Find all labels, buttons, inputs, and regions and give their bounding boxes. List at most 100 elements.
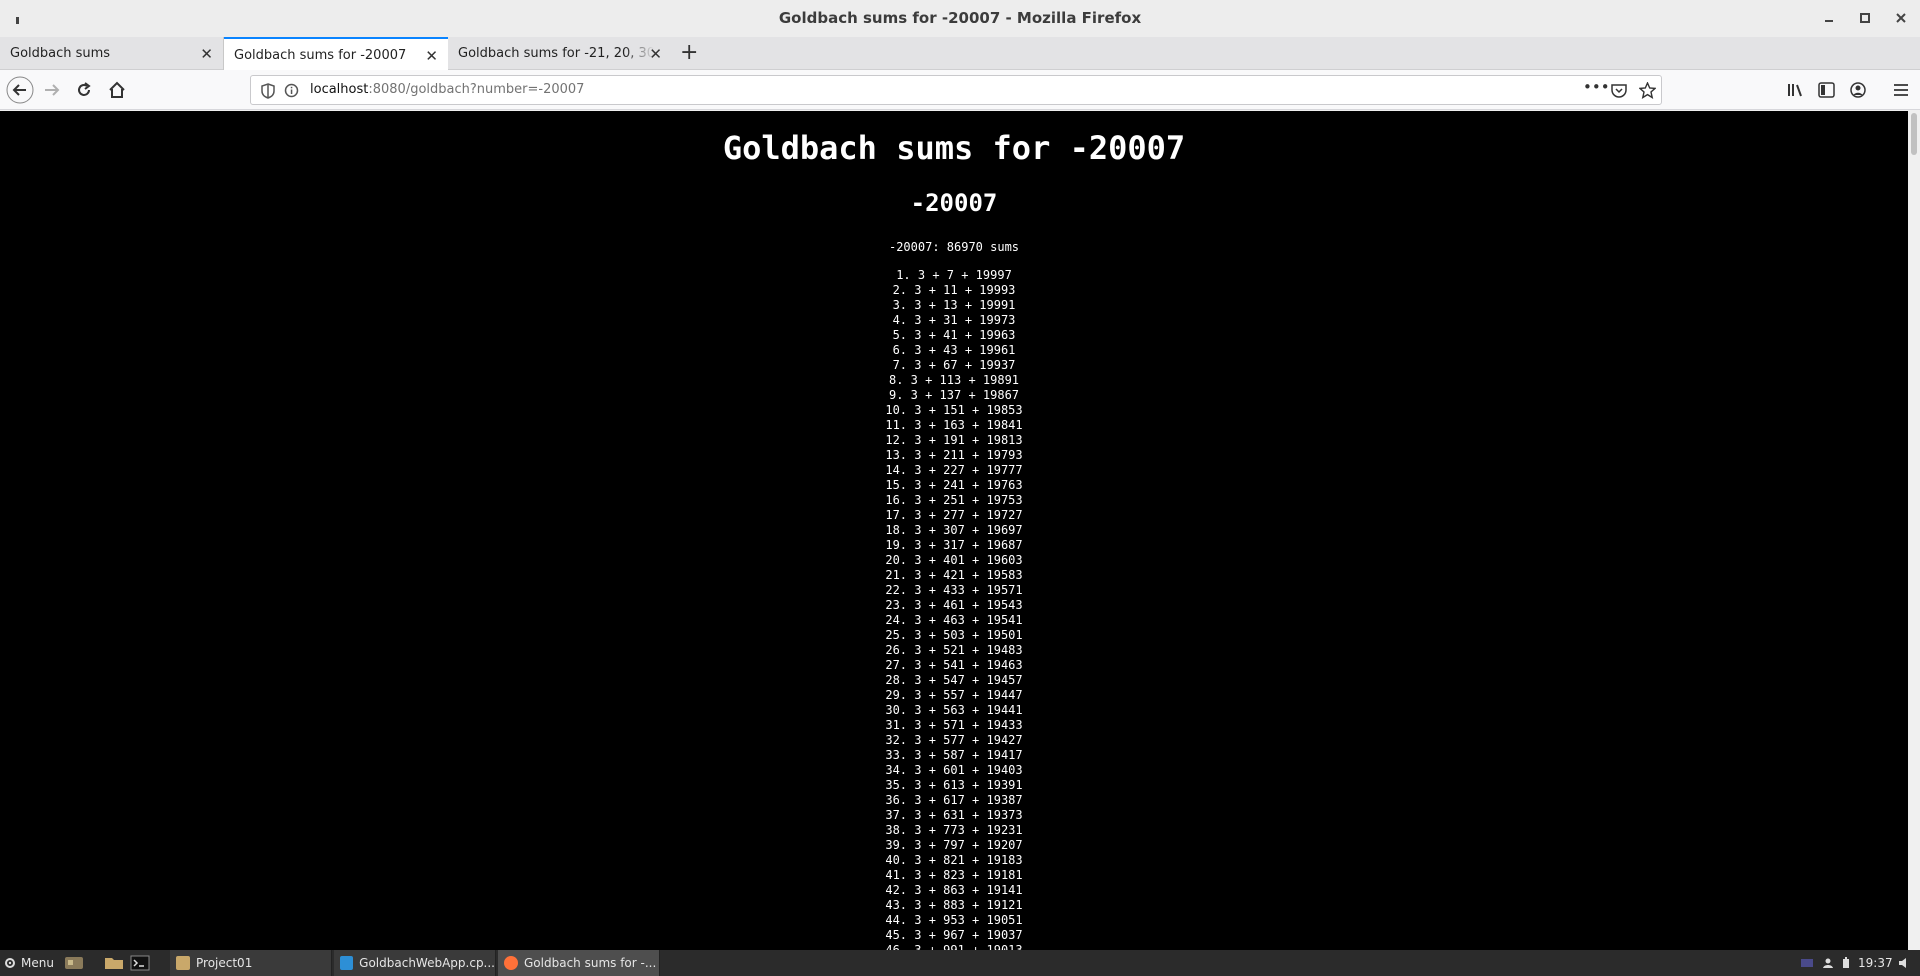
task-project01[interactable]: Project01 (170, 950, 332, 976)
sidebar-icon[interactable] (1818, 82, 1835, 98)
tab-label: Goldbach sums for -21, 20, 30 (458, 46, 654, 61)
hamburger-menu-icon[interactable] (1893, 83, 1909, 97)
network-icon[interactable] (1800, 957, 1814, 969)
sum-row: 1. 3 + 7 + 19997 (896, 268, 1012, 282)
sum-row: 10. 3 + 151 + 19853 (885, 403, 1023, 417)
sum-row: 6. 3 + 43 + 19961 (892, 343, 1016, 357)
page-heading: Goldbach sums for -20007 (722, 129, 1186, 167)
page-subheading: -20007 (910, 189, 998, 217)
task-vscode[interactable]: GoldbachWebApp.cp... (334, 950, 496, 976)
back-arrow-icon (6, 76, 34, 104)
tracking-shield-icon[interactable] (261, 83, 275, 99)
sum-row: 21. 3 + 421 + 19583 (885, 568, 1023, 582)
url-path: :8080/goldbach?number=-20007 (368, 82, 585, 97)
sum-row: 41. 3 + 823 + 19181 (885, 868, 1023, 882)
files-launcher[interactable] (104, 950, 124, 976)
sum-row: 30. 3 + 563 + 19441 (885, 703, 1023, 717)
tab-goldbach-20007[interactable]: Goldbach sums for -20007 ✕ (224, 37, 448, 71)
sum-row: 42. 3 + 863 + 19141 (885, 883, 1023, 897)
sum-row: 32. 3 + 577 + 19427 (885, 733, 1023, 747)
sum-row: 35. 3 + 613 + 19391 (885, 778, 1023, 792)
sum-row: 31. 3 + 571 + 19433 (885, 718, 1023, 732)
sum-row: 5. 3 + 41 + 19963 (892, 328, 1016, 342)
battery-icon[interactable] (1840, 957, 1852, 969)
sum-row: 39. 3 + 797 + 19207 (885, 838, 1023, 852)
task-label: Goldbach sums for -... (524, 956, 657, 970)
reload-icon (78, 82, 91, 96)
show-desktop-launcher[interactable] (64, 950, 84, 976)
sum-row: 18. 3 + 307 + 19697 (885, 523, 1023, 537)
sum-row: 14. 3 + 227 + 19777 (885, 463, 1023, 477)
desktop-icon (65, 957, 83, 969)
tab-label: Goldbach sums (10, 46, 111, 61)
bookmark-star-icon[interactable] (1639, 82, 1656, 99)
sum-row: 12. 3 + 191 + 19813 (885, 433, 1023, 447)
folder-icon (105, 958, 123, 969)
taskbar: Menu Project01 GoldbachWebApp.cp... Gold… (0, 950, 1920, 976)
sum-row: 9. 3 + 137 + 19867 (888, 388, 1020, 402)
sum-row: 37. 3 + 631 + 19373 (885, 808, 1023, 822)
clock[interactable]: 19:37 (1858, 956, 1893, 970)
tab-close-icon[interactable]: ✕ (425, 47, 438, 65)
window-titlebar: Goldbach sums for -20007 - Mozilla Firef… (0, 0, 1920, 37)
tab-goldbach-multi[interactable]: Goldbach sums for -21, 20, 30 ✕ (448, 37, 672, 70)
page-actions-button[interactable]: ••• (1583, 78, 1610, 102)
folder-icon (176, 956, 190, 970)
sum-row: 43. 3 + 883 + 19121 (885, 898, 1023, 912)
account-icon[interactable] (1850, 82, 1866, 98)
navigation-toolbar: localhost:8080/goldbach?number=-20007 ••… (0, 70, 1920, 110)
firefox-icon (504, 956, 518, 970)
sum-row: 40. 3 + 821 + 19183 (885, 853, 1023, 867)
vscode-icon (340, 956, 354, 970)
vertical-scrollbar[interactable] (1908, 111, 1920, 950)
sum-row: 22. 3 + 433 + 19571 (885, 583, 1023, 597)
task-label: GoldbachWebApp.cp... (359, 956, 495, 970)
sum-row: 36. 3 + 617 + 19387 (885, 793, 1023, 807)
terminal-launcher[interactable] (130, 950, 150, 976)
sums-summary: -20007: 86970 sums (888, 240, 1020, 254)
task-label: Project01 (196, 956, 253, 970)
volume-icon[interactable] (1898, 957, 1910, 969)
url-host: localhost (310, 82, 369, 97)
sum-row: 44. 3 + 953 + 19051 (885, 913, 1023, 927)
page-content: Goldbach sums for -20007 -20007 -20007: … (0, 111, 1908, 950)
sum-row: 27. 3 + 541 + 19463 (885, 658, 1023, 672)
sum-row: 46. 3 + 991 + 19013 (885, 943, 1023, 950)
minimize-button[interactable] (1818, 8, 1840, 30)
library-icon[interactable] (1787, 82, 1803, 98)
reload-button[interactable] (70, 76, 98, 104)
back-button[interactable] (6, 76, 34, 104)
pocket-icon[interactable] (1611, 83, 1627, 98)
sum-row: 26. 3 + 521 + 19483 (885, 643, 1023, 657)
sum-row: 3. 3 + 13 + 19991 (892, 298, 1016, 312)
window-title: Goldbach sums for -20007 - Mozilla Firef… (778, 9, 1142, 27)
maximize-icon (1860, 13, 1870, 23)
system-tray: 19:37 (1800, 950, 1910, 976)
url-bar[interactable]: localhost:8080/goldbach?number=-20007 ••… (250, 75, 1662, 105)
sum-row: 8. 3 + 113 + 19891 (888, 373, 1020, 387)
sum-row: 28. 3 + 547 + 19457 (885, 673, 1023, 687)
home-button[interactable] (103, 76, 131, 104)
new-tab-button[interactable]: + (680, 41, 698, 65)
tab-goldbach-sums[interactable]: Goldbach sums ✕ (0, 37, 224, 70)
url-text: localhost:8080/goldbach?number=-20007 (310, 82, 584, 97)
sum-row: 45. 3 + 967 + 19037 (885, 928, 1023, 942)
maximize-button[interactable] (1854, 8, 1876, 30)
tab-strip: Goldbach sums ✕ Goldbach sums for -20007… (0, 37, 1920, 71)
sum-row: 24. 3 + 463 + 19541 (885, 613, 1023, 627)
terminal-icon (130, 955, 150, 971)
gear-icon (5, 958, 15, 968)
info-icon[interactable] (284, 83, 299, 98)
tab-close-icon[interactable]: ✕ (649, 45, 662, 63)
close-window-button[interactable] (1890, 8, 1912, 30)
user-icon[interactable] (1822, 957, 1834, 969)
sum-row: 15. 3 + 241 + 19763 (885, 478, 1023, 492)
task-firefox[interactable]: Goldbach sums for -... (498, 950, 660, 976)
start-menu-button[interactable]: Menu (4, 950, 54, 976)
forward-button[interactable] (38, 76, 66, 104)
home-icon (109, 81, 125, 98)
more-dots-icon: ••• (1583, 78, 1610, 96)
tab-close-icon[interactable]: ✕ (200, 45, 213, 63)
sum-row: 29. 3 + 557 + 19447 (885, 688, 1023, 702)
scrollbar-thumb[interactable] (1911, 113, 1917, 155)
